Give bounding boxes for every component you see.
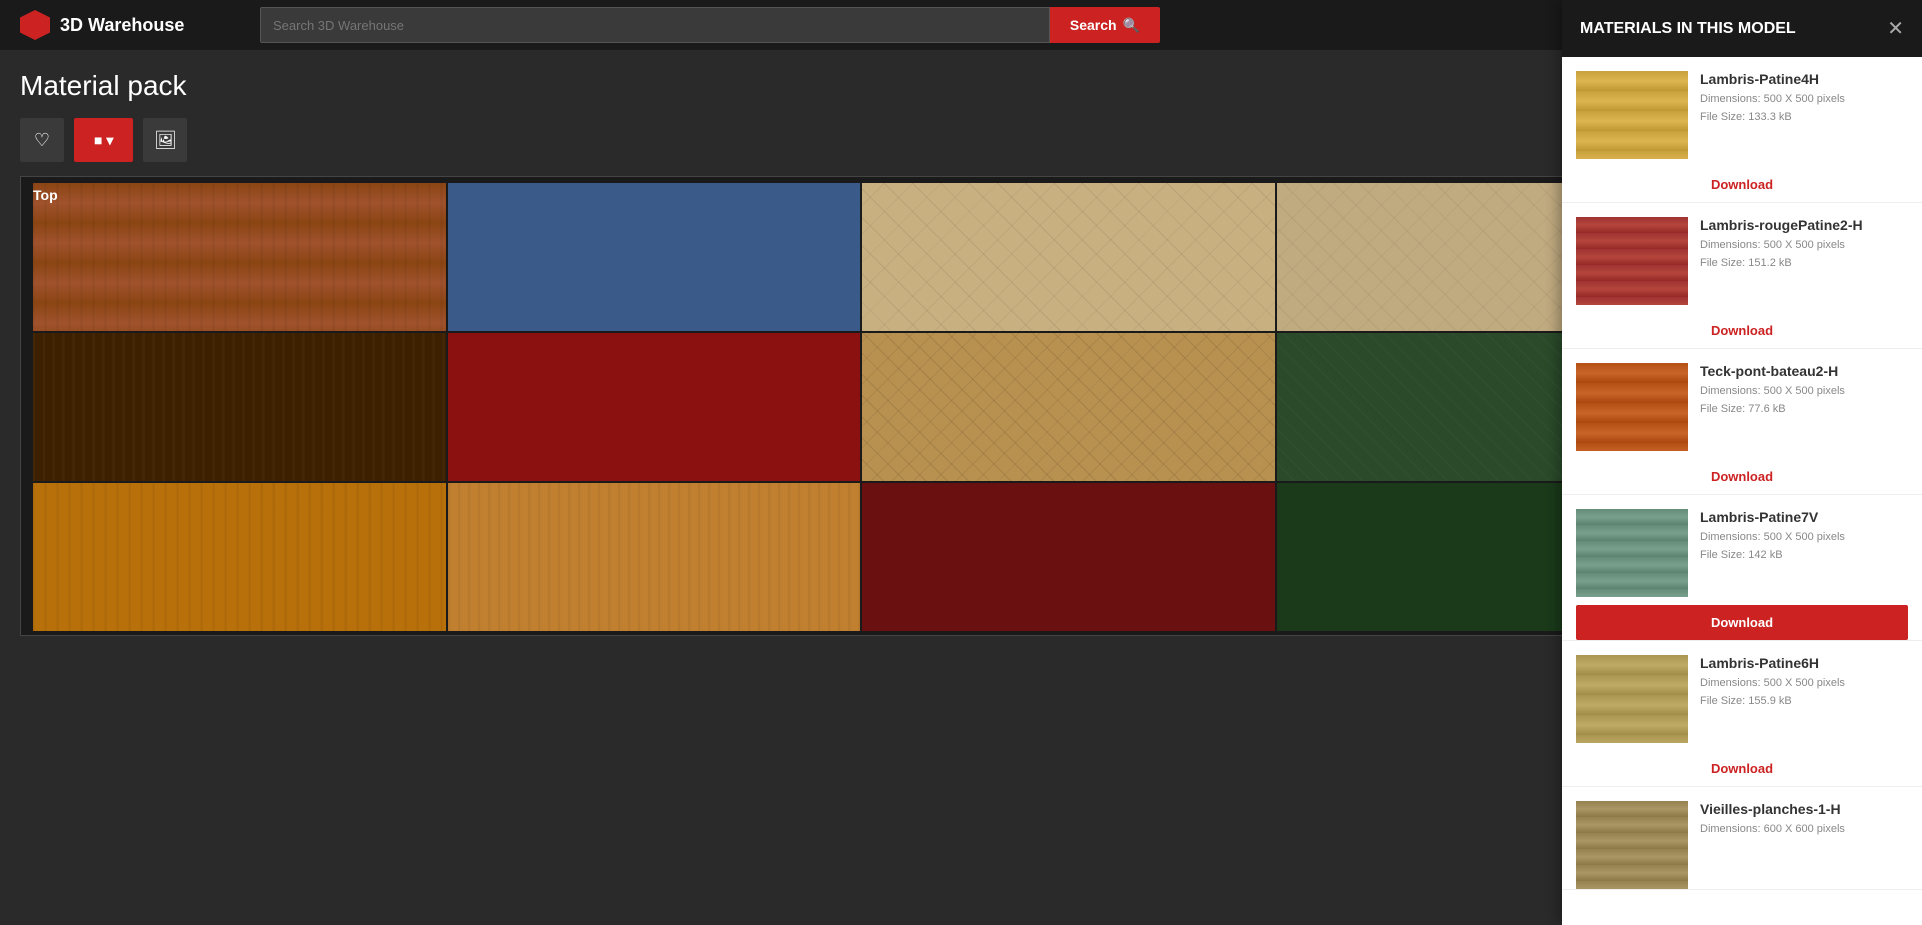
material-filesize: File Size: 142 kB xyxy=(1700,547,1908,565)
material-info: Lambris-Patine4H Dimensions: 500 X 500 p… xyxy=(1700,71,1908,126)
swatch-9 xyxy=(33,483,446,631)
material-thumbnail xyxy=(1576,217,1688,305)
search-bar: Search 🔍 xyxy=(260,7,1160,43)
search-input[interactable] xyxy=(260,7,1050,43)
page-title: Material pack xyxy=(20,70,1702,102)
favorite-button[interactable]: ♡ xyxy=(20,118,64,162)
material-dimensions: Dimensions: 600 X 600 pixels xyxy=(1700,821,1908,839)
swatch-10 xyxy=(448,483,861,631)
material-dimensions: Dimensions: 500 X 500 pixels xyxy=(1700,237,1908,255)
swatch-1 xyxy=(33,183,446,331)
material-info: Vieilles-planches-1-H Dimensions: 600 X … xyxy=(1700,801,1908,839)
material-dimensions: Dimensions: 500 X 500 pixels xyxy=(1700,529,1908,547)
material-filesize: File Size: 133.3 kB xyxy=(1700,109,1908,127)
material-thumbnail xyxy=(1576,363,1688,451)
material-name: Lambris-rougePatine2-H xyxy=(1700,217,1908,233)
download-button[interactable]: Download xyxy=(1576,459,1908,494)
material-info: Lambris-Patine7V Dimensions: 500 X 500 p… xyxy=(1700,509,1908,564)
search-button[interactable]: Search 🔍 xyxy=(1050,7,1160,43)
materials-title: MATERIALS IN THIS MODEL xyxy=(1580,20,1796,38)
material-thumbnail xyxy=(1576,71,1688,159)
materials-header: MATERIALS IN THIS MODEL ✕ xyxy=(1562,0,1922,57)
logo-icon xyxy=(20,10,50,40)
swatch-2 xyxy=(448,183,861,331)
logo-area: 3D Warehouse xyxy=(20,10,240,40)
image-icon: 🖼 xyxy=(154,130,177,151)
material-item-inner: Lambris-Patine7V Dimensions: 500 X 500 p… xyxy=(1576,509,1908,597)
material-item: Lambris-Patine6H Dimensions: 500 X 500 p… xyxy=(1562,641,1922,787)
material-info: Lambris-Patine6H Dimensions: 500 X 500 p… xyxy=(1700,655,1908,710)
material-name: Lambris-Patine7V xyxy=(1700,509,1908,525)
swatch-6 xyxy=(448,333,861,481)
material-item: Vieilles-planches-1-H Dimensions: 600 X … xyxy=(1562,787,1922,890)
material-filesize: File Size: 155.9 kB xyxy=(1700,693,1908,711)
model-panel: Material pack ♡ ■ ▾ 🖼 Top ⛶ xyxy=(0,50,1722,925)
close-button[interactable]: ✕ xyxy=(1887,16,1904,41)
materials-panel: MATERIALS IN THIS MODEL ✕ Lambris-Patine… xyxy=(1562,0,1922,925)
material-info: Lambris-rougePatine2-H Dimensions: 500 X… xyxy=(1700,217,1908,272)
material-dimensions: Dimensions: 500 X 500 pixels xyxy=(1700,383,1908,401)
material-item-inner: Lambris-Patine4H Dimensions: 500 X 500 p… xyxy=(1576,71,1908,159)
logo-text: 3D Warehouse xyxy=(60,15,184,36)
material-item: Lambris-Patine7V Dimensions: 500 X 500 p… xyxy=(1562,495,1922,641)
material-thumbnail xyxy=(1576,509,1688,597)
material-filesize: File Size: 77.6 kB xyxy=(1700,401,1908,419)
material-item-inner: Teck-pont-bateau2-H Dimensions: 500 X 50… xyxy=(1576,363,1908,451)
primary-action-button[interactable]: ■ ▾ xyxy=(74,118,133,162)
swatch-5 xyxy=(33,333,446,481)
material-name: Lambris-Patine4H xyxy=(1700,71,1908,87)
material-name: Teck-pont-bateau2-H xyxy=(1700,363,1908,379)
search-label: Search xyxy=(1070,17,1117,33)
swatch-11 xyxy=(862,483,1275,631)
material-filesize: File Size: 151.2 kB xyxy=(1700,255,1908,273)
material-item-inner: Lambris-Patine6H Dimensions: 500 X 500 p… xyxy=(1576,655,1908,743)
viewer-label: Top xyxy=(33,187,58,203)
material-item: Lambris-rougePatine2-H Dimensions: 500 X… xyxy=(1562,203,1922,349)
material-info: Teck-pont-bateau2-H Dimensions: 500 X 50… xyxy=(1700,363,1908,418)
material-item-inner: Lambris-rougePatine2-H Dimensions: 500 X… xyxy=(1576,217,1908,305)
material-item: Lambris-Patine4H Dimensions: 500 X 500 p… xyxy=(1562,57,1922,203)
materials-list[interactable]: Lambris-Patine4H Dimensions: 500 X 500 p… xyxy=(1562,57,1922,925)
download-button[interactable]: Download xyxy=(1576,751,1908,786)
material-item: Teck-pont-bateau2-H Dimensions: 500 X 50… xyxy=(1562,349,1922,495)
swatch-7 xyxy=(862,333,1275,481)
material-item-inner: Vieilles-planches-1-H Dimensions: 600 X … xyxy=(1576,801,1908,889)
material-thumbnail xyxy=(1576,655,1688,743)
material-thumbnail xyxy=(1576,801,1688,889)
download-button[interactable]: Download xyxy=(1576,313,1908,348)
3d-viewer: Top ⛶ xyxy=(20,176,1702,636)
material-dimensions: Dimensions: 500 X 500 pixels xyxy=(1700,675,1908,693)
material-dimensions: Dimensions: 500 X 500 pixels xyxy=(1700,91,1908,109)
download-button[interactable]: Download xyxy=(1576,605,1908,640)
action-bar: ♡ ■ ▾ 🖼 xyxy=(20,118,1702,162)
download-button[interactable]: Download xyxy=(1576,167,1908,202)
image-button[interactable]: 🖼 xyxy=(143,118,187,162)
swatch-3 xyxy=(862,183,1275,331)
material-grid xyxy=(33,183,1689,631)
material-name: Vieilles-planches-1-H xyxy=(1700,801,1908,817)
material-name: Lambris-Patine6H xyxy=(1700,655,1908,671)
search-icon: 🔍 xyxy=(1123,17,1140,34)
